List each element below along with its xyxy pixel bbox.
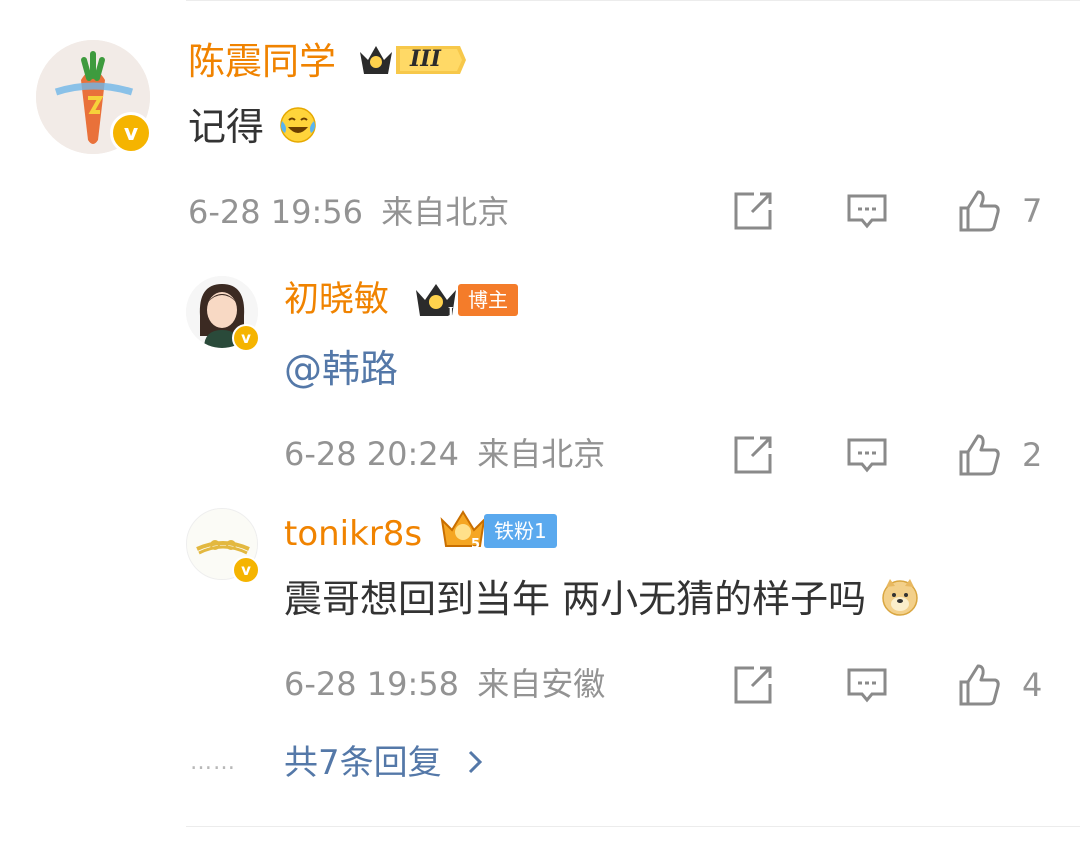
comment-icon[interactable] bbox=[844, 662, 890, 708]
mention-link[interactable]: @韩路 bbox=[284, 347, 398, 391]
comment-meta: 6-28 19:56 来自北京 bbox=[188, 192, 509, 232]
verified-badge-icon: v bbox=[232, 324, 260, 352]
iron-fan-tag: 铁粉1 bbox=[484, 514, 557, 548]
reply-meta: 6-28 20:24 来自北京 bbox=[284, 434, 605, 474]
laugh-cry-emoji-icon bbox=[278, 105, 318, 155]
reply-meta: 6-28 19:58 来自安徽 bbox=[284, 664, 605, 704]
fan-level-label: 5 bbox=[471, 537, 480, 552]
share-icon[interactable] bbox=[730, 432, 776, 478]
reply-timestamp: 6-28 20:24 bbox=[284, 435, 460, 473]
username[interactable]: 陈震同学 bbox=[188, 40, 336, 84]
username[interactable]: tonikr8s bbox=[284, 512, 422, 556]
blogger-tag: 博主 bbox=[458, 284, 518, 316]
like-count: 7 bbox=[1022, 192, 1043, 230]
bottom-divider bbox=[186, 826, 1080, 827]
comment-location: 来自北京 bbox=[381, 193, 510, 231]
comment-icon[interactable] bbox=[844, 188, 890, 234]
fan-level-label: III bbox=[410, 46, 441, 72]
comment-icon[interactable] bbox=[844, 432, 890, 478]
doge-emoji-icon bbox=[880, 577, 920, 627]
reply-timestamp: 6-28 19:58 bbox=[284, 665, 460, 703]
reply-text: @韩路 bbox=[284, 346, 398, 392]
username[interactable]: 初晓敏 bbox=[284, 278, 389, 322]
like-icon[interactable] bbox=[956, 662, 1002, 708]
top-divider bbox=[186, 0, 1080, 1]
reply-text-value: 震哥想回到当年 两小无猜的样子吗 bbox=[284, 577, 867, 621]
share-icon[interactable] bbox=[730, 188, 776, 234]
fan-level-badge: III bbox=[356, 40, 468, 80]
fan-level-badge: II bbox=[412, 280, 460, 320]
share-icon[interactable] bbox=[730, 662, 776, 708]
reply-location: 来自安徽 bbox=[477, 665, 606, 703]
comment-timestamp: 6-28 19:56 bbox=[188, 193, 364, 231]
fan-level-badge: 5 bbox=[438, 508, 488, 552]
like-count: 4 bbox=[1022, 666, 1043, 704]
more-replies-link[interactable]: 共7条回复 bbox=[284, 740, 484, 788]
chevron-right-icon bbox=[466, 742, 484, 788]
comment-text-value: 记得 bbox=[188, 105, 265, 149]
verified-badge-icon: v bbox=[110, 112, 152, 154]
verified-badge-icon: v bbox=[232, 556, 260, 584]
like-icon[interactable] bbox=[956, 432, 1002, 478]
comment-text: 记得 bbox=[188, 104, 318, 155]
more-replies-dots: …… bbox=[190, 750, 236, 775]
reply-text: 震哥想回到当年 两小无猜的样子吗 bbox=[284, 576, 920, 627]
reply-location: 来自北京 bbox=[477, 435, 606, 473]
like-icon[interactable] bbox=[956, 188, 1002, 234]
more-replies-label: 共7条回复 bbox=[284, 743, 442, 783]
like-count: 2 bbox=[1022, 436, 1043, 474]
